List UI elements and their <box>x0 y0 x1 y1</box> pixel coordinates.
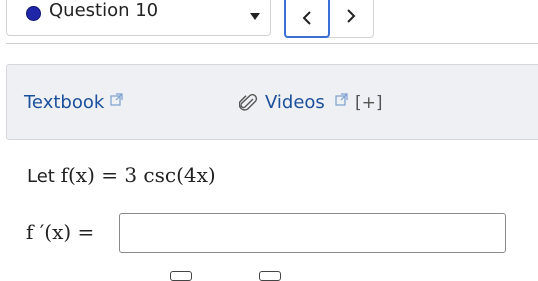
answer-label: f ′(x) = <box>26 220 95 244</box>
question-select[interactable]: Question 10 <box>6 0 271 36</box>
divider <box>6 43 538 44</box>
expand-resources-button[interactable]: [+] <box>355 93 383 113</box>
answer-input[interactable] <box>119 213 506 253</box>
paperclip-icon <box>239 94 258 111</box>
resources-panel: Textbook Videos [+] <box>6 64 538 140</box>
caret-down-icon <box>250 13 260 20</box>
external-link-icon <box>335 93 348 106</box>
question-statement: Let f(x) = 3 csc(4x) <box>27 163 216 187</box>
question-nav-buttons <box>284 0 374 38</box>
next-question-button[interactable] <box>330 0 375 38</box>
videos-link[interactable]: Videos <box>265 92 325 113</box>
previous-question-button[interactable] <box>284 0 330 38</box>
external-link-icon <box>110 93 123 106</box>
question-select-label: Question 10 <box>49 0 159 21</box>
textbook-link[interactable]: Textbook <box>24 92 104 113</box>
partial-element <box>170 271 192 281</box>
statement-intro: Let <box>27 166 55 187</box>
chevron-right-icon <box>347 9 356 23</box>
chevron-left-icon <box>302 11 311 25</box>
function-expression: f(x) = 3 csc(4x) <box>60 163 216 187</box>
partial-element <box>259 271 281 281</box>
question-status-dot <box>26 6 41 21</box>
